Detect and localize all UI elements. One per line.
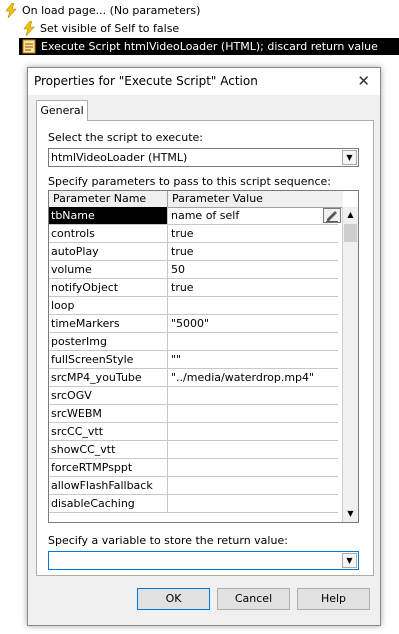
parameter-value-cell[interactable]: true: [168, 279, 338, 297]
tab-general[interactable]: General: [36, 100, 88, 121]
parameter-value-cell[interactable]: "": [168, 351, 338, 369]
table-row[interactable]: showCC_vtt: [49, 441, 343, 459]
parameter-name-cell[interactable]: disableCaching: [49, 495, 168, 513]
parameter-value-cell[interactable]: [168, 387, 338, 405]
params-label: Specify parameters to pass to this scrip…: [48, 175, 332, 188]
table-row[interactable]: forceRTMPsppt: [49, 459, 343, 477]
parameter-value-cell[interactable]: [168, 477, 338, 495]
parameter-value-cell[interactable]: name of self: [168, 207, 338, 225]
scroll-down-icon[interactable]: ▼: [343, 506, 358, 522]
close-icon[interactable]: ✕: [357, 68, 370, 95]
parameter-value-cell[interactable]: true: [168, 243, 338, 261]
table-row[interactable]: controls true: [49, 225, 343, 243]
parameter-name-cell[interactable]: forceRTMPsppt: [49, 459, 168, 477]
parameter-name-cell[interactable]: controls: [49, 225, 168, 243]
table-row[interactable]: allowFlashFallback: [49, 477, 343, 495]
tree-row-label: Set visible of Self to false: [40, 22, 180, 35]
lightning-icon: [5, 3, 17, 18]
parameter-name-cell[interactable]: fullScreenStyle: [49, 351, 168, 369]
tree-row-onload[interactable]: On load page... (No parameters): [0, 2, 399, 19]
parameter-name-cell[interactable]: allowFlashFallback: [49, 477, 168, 495]
help-button[interactable]: Help: [297, 588, 370, 610]
table-row[interactable]: loop: [49, 297, 343, 315]
dialog-titlebar[interactable]: Properties for "Execute Script" Action ✕: [28, 68, 380, 95]
parameter-name-cell[interactable]: srcWEBM: [49, 405, 168, 423]
return-value-label: Specify a variable to store the return v…: [48, 534, 288, 547]
chevron-down-icon[interactable]: ▼: [342, 150, 357, 165]
parameter-value-cell[interactable]: [168, 333, 338, 351]
tree-row-execute-script[interactable]: Execute Script htmlVideoLoader (HTML); d…: [19, 38, 399, 55]
table-row[interactable]: srcCC_vtt: [49, 423, 343, 441]
table-row[interactable]: fullScreenStyle "": [49, 351, 343, 369]
table-row[interactable]: disableCaching: [49, 495, 343, 513]
tree-row-label: On load page... (No parameters): [22, 4, 201, 17]
column-header-value[interactable]: Parameter Value: [168, 191, 342, 207]
grid-header: Parameter Name Parameter Value: [49, 191, 343, 208]
parameter-name-cell[interactable]: autoPlay: [49, 243, 168, 261]
tree-row-set-visible[interactable]: Set visible of Self to false: [0, 20, 399, 37]
chevron-down-icon[interactable]: ▼: [342, 553, 357, 568]
parameter-value-cell[interactable]: [168, 441, 338, 459]
table-row[interactable]: srcMP4_youTube "../media/waterdrop.mp4": [49, 369, 343, 387]
table-row[interactable]: timeMarkers "5000": [49, 315, 343, 333]
column-header-name[interactable]: Parameter Name: [49, 191, 168, 207]
parameter-name-cell[interactable]: srcCC_vtt: [49, 423, 168, 441]
table-row[interactable]: srcOGV: [49, 387, 343, 405]
parameter-value-cell[interactable]: [168, 297, 338, 315]
parameter-grid[interactable]: Parameter Name Parameter Value tbName nam…: [48, 190, 359, 523]
table-row[interactable]: autoPlay true: [49, 243, 343, 261]
cancel-button[interactable]: Cancel: [217, 588, 290, 610]
edit-pencil-icon[interactable]: [323, 208, 341, 223]
parameter-name-cell[interactable]: loop: [49, 297, 168, 315]
parameter-value-cell[interactable]: 50: [168, 261, 338, 279]
parameter-value-cell[interactable]: [168, 423, 338, 441]
parameter-name-cell[interactable]: timeMarkers: [49, 315, 168, 333]
ok-button[interactable]: OK: [137, 588, 210, 610]
script-select-label: Select the script to execute:: [48, 131, 203, 144]
dialog-title: Properties for "Execute Script" Action: [34, 74, 258, 88]
parameter-name-cell[interactable]: notifyObject: [49, 279, 168, 297]
table-row[interactable]: srcWEBM: [49, 405, 343, 423]
table-row[interactable]: notifyObject true: [49, 279, 343, 297]
parameter-value-cell[interactable]: "5000": [168, 315, 338, 333]
parameter-value-cell[interactable]: [168, 405, 338, 423]
scroll-thumb[interactable]: [344, 224, 357, 242]
parameter-name-cell[interactable]: volume: [49, 261, 168, 279]
grid-scrollbar[interactable]: ▲ ▼: [342, 207, 358, 522]
parameter-value-cell[interactable]: true: [168, 225, 338, 243]
parameter-value-cell[interactable]: [168, 495, 338, 513]
script-select-value: htmlVideoLoader (HTML): [51, 151, 188, 164]
general-panel: Select the script to execute: htmlVideoL…: [36, 120, 374, 576]
parameter-value-cell[interactable]: [168, 459, 338, 477]
parameter-name-cell[interactable]: showCC_vtt: [49, 441, 168, 459]
table-row[interactable]: tbName name of self: [49, 207, 343, 225]
scroll-up-icon[interactable]: ▲: [343, 207, 358, 223]
script-icon: [22, 39, 36, 54]
table-row[interactable]: volume 50: [49, 261, 343, 279]
tree-row-label: Execute Script htmlVideoLoader (HTML); d…: [41, 40, 378, 53]
parameter-name-cell[interactable]: srcMP4_youTube: [49, 369, 168, 387]
parameter-name-cell[interactable]: srcOGV: [49, 387, 168, 405]
parameter-value-cell[interactable]: "../media/waterdrop.mp4": [168, 369, 338, 387]
parameter-name-cell[interactable]: posterImg: [49, 333, 168, 351]
return-value-select[interactable]: ▼: [48, 551, 359, 570]
lightning-icon: [23, 21, 35, 36]
script-select[interactable]: htmlVideoLoader (HTML) ▼: [48, 148, 359, 167]
table-row[interactable]: posterImg: [49, 333, 343, 351]
parameter-name-cell[interactable]: tbName: [49, 207, 168, 225]
properties-dialog: Properties for "Execute Script" Action ✕…: [27, 67, 381, 626]
